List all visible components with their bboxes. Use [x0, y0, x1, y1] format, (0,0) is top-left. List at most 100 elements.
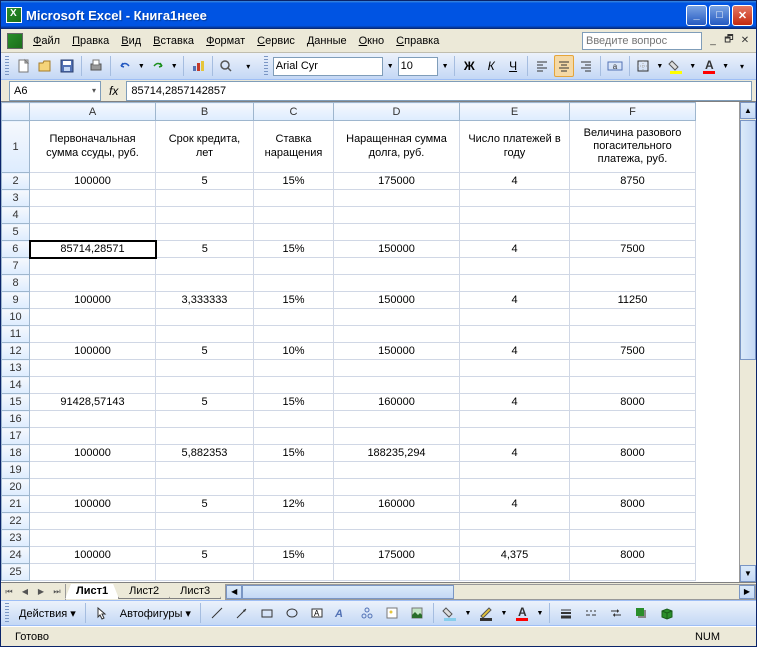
- scroll-up-button[interactable]: ▲: [740, 102, 756, 119]
- cell-C14[interactable]: [254, 377, 334, 394]
- cell-B23[interactable]: [156, 530, 254, 547]
- cell-C8[interactable]: [254, 275, 334, 292]
- cell-A19[interactable]: [30, 462, 156, 479]
- cell-B15[interactable]: 5: [156, 394, 254, 411]
- spreadsheet-grid[interactable]: ABCDEF1Первоначальная сумма ссуды, руб.С…: [1, 102, 739, 582]
- cell-E19[interactable]: [460, 462, 570, 479]
- arrow-icon[interactable]: [231, 602, 253, 624]
- cell-B20[interactable]: [156, 479, 254, 496]
- font-color-draw-dropdown-icon[interactable]: ▼: [536, 602, 544, 624]
- underline-icon[interactable]: Ч: [503, 55, 523, 77]
- cell-D19[interactable]: [334, 462, 460, 479]
- col-header-B[interactable]: B: [156, 103, 254, 121]
- font-color-icon[interactable]: A: [699, 55, 719, 77]
- cell-C22[interactable]: [254, 513, 334, 530]
- cell-F11[interactable]: [570, 326, 696, 343]
- cell-B2[interactable]: 5: [156, 173, 254, 190]
- cell-B5[interactable]: [156, 224, 254, 241]
- cell-F20[interactable]: [570, 479, 696, 496]
- row-header-6[interactable]: 6: [2, 241, 30, 258]
- cell-D7[interactable]: [334, 258, 460, 275]
- col-header-C[interactable]: C: [254, 103, 334, 121]
- cell-D9[interactable]: 150000: [334, 292, 460, 309]
- cell-E2[interactable]: 4: [460, 173, 570, 190]
- row-header-22[interactable]: 22: [2, 513, 30, 530]
- cell-D24[interactable]: 175000: [334, 547, 460, 564]
- scroll-down-button[interactable]: ▼: [740, 565, 756, 582]
- clipart-icon[interactable]: [381, 602, 403, 624]
- cell-F5[interactable]: [570, 224, 696, 241]
- toolbar-options-2-icon[interactable]: ▾: [732, 55, 752, 77]
- font-color-draw-icon[interactable]: A: [511, 602, 533, 624]
- cell-E14[interactable]: [460, 377, 570, 394]
- cell-B8[interactable]: [156, 275, 254, 292]
- cell-B7[interactable]: [156, 258, 254, 275]
- font-color-dropdown-icon[interactable]: ▼: [721, 55, 730, 77]
- cell-F19[interactable]: [570, 462, 696, 479]
- cell-E20[interactable]: [460, 479, 570, 496]
- row-header-4[interactable]: 4: [2, 207, 30, 224]
- cell-D2[interactable]: 175000: [334, 173, 460, 190]
- row-header-5[interactable]: 5: [2, 224, 30, 241]
- row-header-7[interactable]: 7: [2, 258, 30, 275]
- cell-A9[interactable]: 100000: [30, 292, 156, 309]
- cell-A16[interactable]: [30, 411, 156, 428]
- row-header-3[interactable]: 3: [2, 190, 30, 207]
- menu-правка[interactable]: Правка: [66, 33, 115, 49]
- cell-F6[interactable]: 7500: [570, 241, 696, 258]
- cell-F22[interactable]: [570, 513, 696, 530]
- row-header-9[interactable]: 9: [2, 292, 30, 309]
- cell-B18[interactable]: 5,882353: [156, 445, 254, 462]
- cell-B14[interactable]: [156, 377, 254, 394]
- cell-A10[interactable]: [30, 309, 156, 326]
- row-header-19[interactable]: 19: [2, 462, 30, 479]
- cell-C25[interactable]: [254, 564, 334, 581]
- row-header-13[interactable]: 13: [2, 360, 30, 377]
- shadow-icon[interactable]: [630, 602, 652, 624]
- cell-E25[interactable]: [460, 564, 570, 581]
- redo-icon[interactable]: [148, 55, 168, 77]
- line-style-icon[interactable]: [555, 602, 577, 624]
- align-left-icon[interactable]: [532, 55, 552, 77]
- diagram-icon[interactable]: [356, 602, 378, 624]
- cell-C12[interactable]: 10%: [254, 343, 334, 360]
- cell-A21[interactable]: 100000: [30, 496, 156, 513]
- cell-F12[interactable]: 7500: [570, 343, 696, 360]
- cell-F18[interactable]: 8000: [570, 445, 696, 462]
- row-header-18[interactable]: 18: [2, 445, 30, 462]
- zoom-icon[interactable]: [216, 55, 236, 77]
- cell-E22[interactable]: [460, 513, 570, 530]
- cell-B11[interactable]: [156, 326, 254, 343]
- close-button[interactable]: ✕: [732, 5, 753, 26]
- cell-F14[interactable]: [570, 377, 696, 394]
- font-size-select[interactable]: [398, 57, 438, 76]
- cell-D16[interactable]: [334, 411, 460, 428]
- cell-F23[interactable]: [570, 530, 696, 547]
- menu-сервис[interactable]: Сервис: [251, 33, 301, 49]
- tab-last-button[interactable]: ⏭: [49, 584, 65, 600]
- scroll-left-button[interactable]: ◀: [226, 585, 242, 599]
- cell-C7[interactable]: [254, 258, 334, 275]
- cell-C23[interactable]: [254, 530, 334, 547]
- actions-menu[interactable]: Действия ▾: [15, 607, 80, 620]
- cell-A22[interactable]: [30, 513, 156, 530]
- cell-D15[interactable]: 160000: [334, 394, 460, 411]
- cell-D20[interactable]: [334, 479, 460, 496]
- cell-E23[interactable]: [460, 530, 570, 547]
- cell-F2[interactable]: 8750: [570, 173, 696, 190]
- col-header-A[interactable]: A: [30, 103, 156, 121]
- cell-E13[interactable]: [460, 360, 570, 377]
- select-all-corner[interactable]: [2, 103, 30, 121]
- cell-A20[interactable]: [30, 479, 156, 496]
- cell-D21[interactable]: 160000: [334, 496, 460, 513]
- cell-B19[interactable]: [156, 462, 254, 479]
- cell-C18[interactable]: 15%: [254, 445, 334, 462]
- cell-B4[interactable]: [156, 207, 254, 224]
- 3d-icon[interactable]: [655, 602, 677, 624]
- row-header-14[interactable]: 14: [2, 377, 30, 394]
- cell-C21[interactable]: 12%: [254, 496, 334, 513]
- name-box[interactable]: A6: [9, 81, 101, 101]
- row-header-1[interactable]: 1: [2, 121, 30, 173]
- cell-F25[interactable]: [570, 564, 696, 581]
- undo-dropdown-icon[interactable]: ▼: [137, 55, 146, 77]
